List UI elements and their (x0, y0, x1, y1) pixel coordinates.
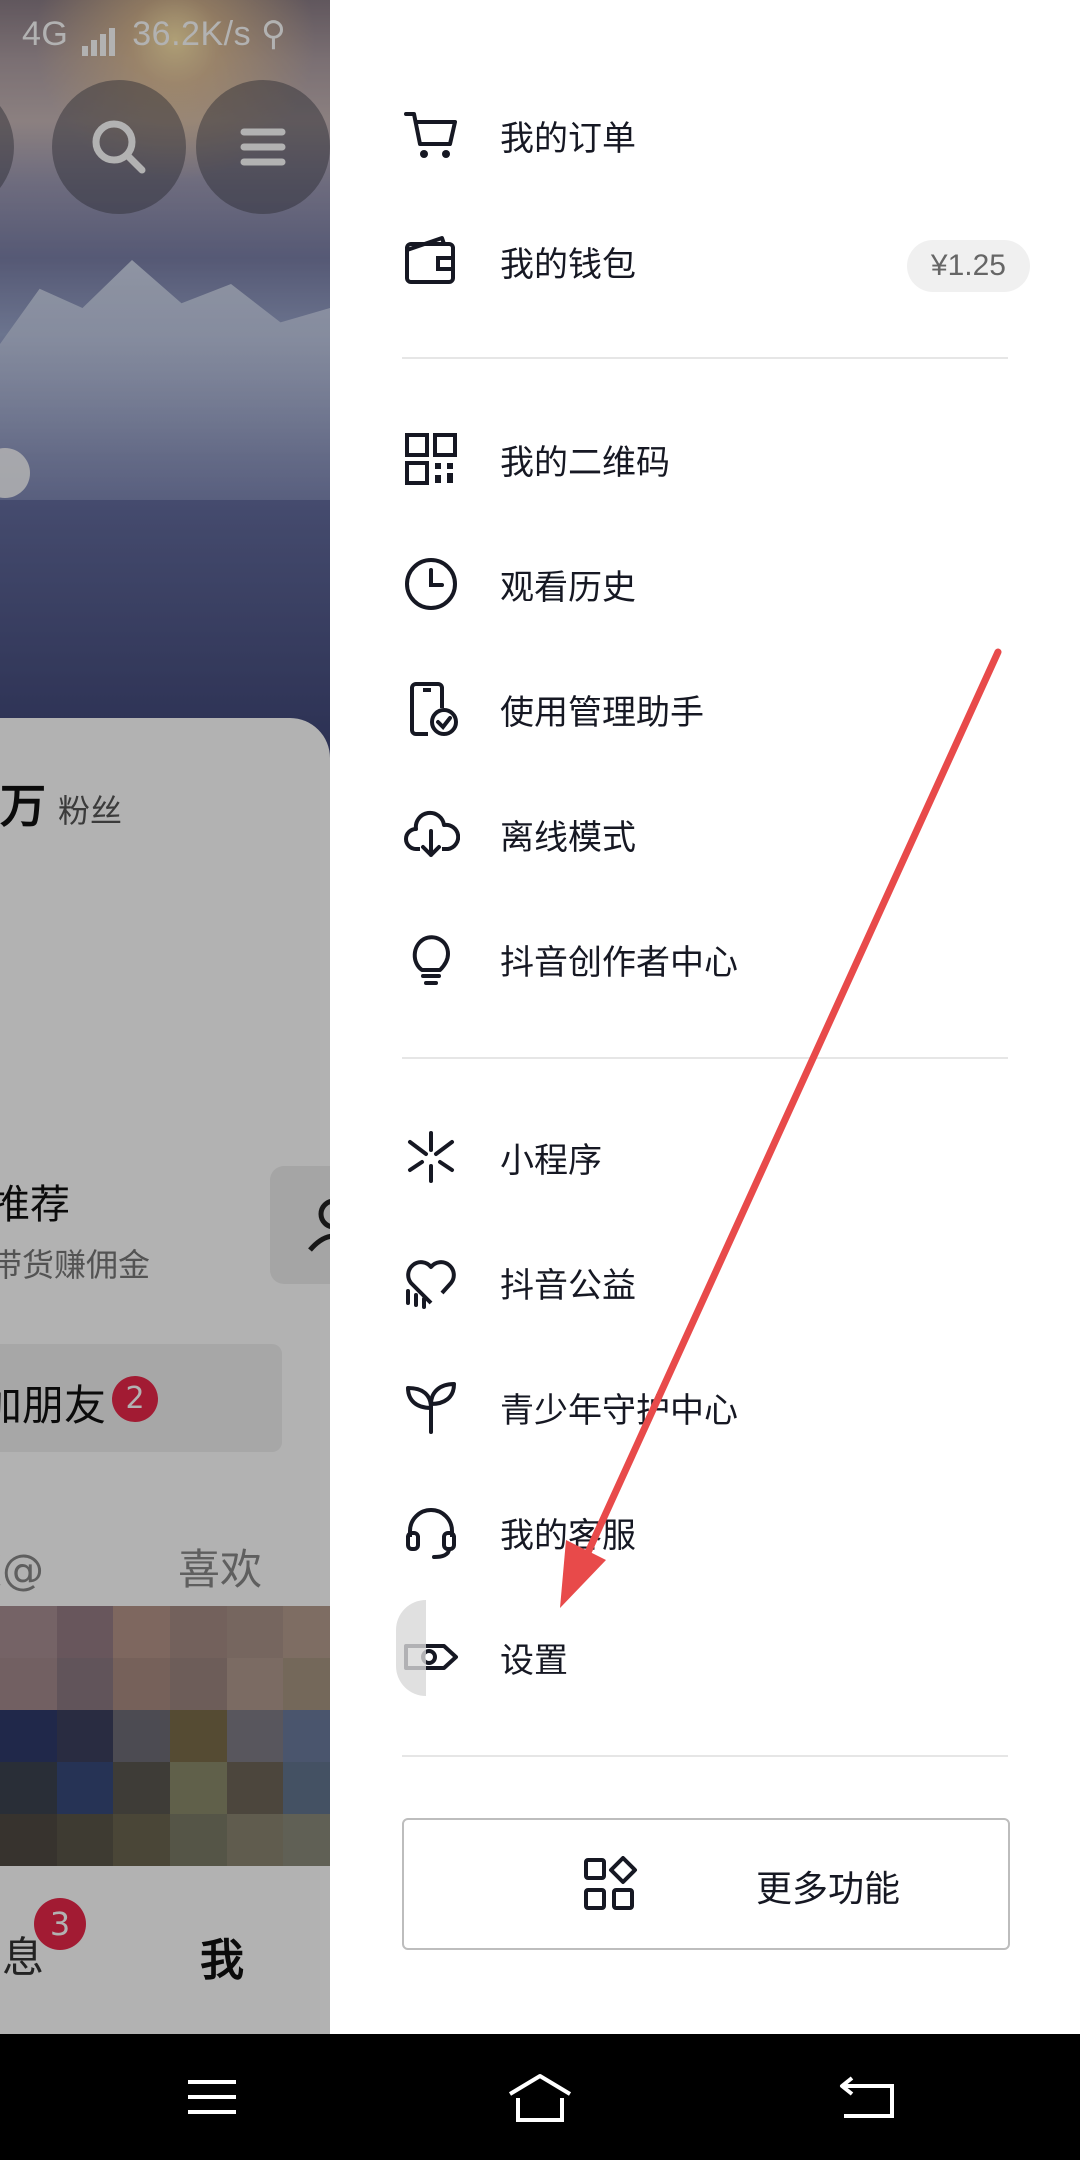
lightbulb-icon (412, 935, 450, 985)
menu-item-label: 小程序 (500, 1140, 602, 1181)
more-features-button[interactable]: 更多功能 (402, 1818, 1010, 1950)
wallet-icon (405, 236, 455, 284)
menu-item-label: 使用管理助手 (500, 692, 704, 733)
dim-overlay[interactable] (0, 0, 330, 2034)
home-nav-icon[interactable] (500, 2064, 580, 2130)
menu-item-label: 离线模式 (500, 817, 636, 858)
divider (402, 357, 1008, 359)
menu-item-label: 我的钱包 (500, 244, 636, 285)
menu-item-label: 观看历史 (500, 567, 636, 608)
more-features-label: 更多功能 (756, 1869, 901, 1910)
menu-item-label: 青少年守护中心 (500, 1390, 738, 1431)
menu-item-wallet[interactable]: 我的钱包 ¥1.25 (330, 206, 1080, 316)
menu-item-creator-center[interactable]: 抖音创作者中心 (330, 904, 1080, 1014)
qr-code-icon (405, 433, 457, 485)
sprout-icon (406, 1382, 456, 1434)
grid-apps-icon (584, 1856, 637, 1910)
menu-item-label: 设置 (500, 1640, 568, 1681)
mini-program-icon (408, 1131, 454, 1183)
menu-item-mini-programs[interactable]: 小程序 (330, 1102, 1080, 1212)
clock-icon (405, 558, 457, 610)
menu-item-label: 我的订单 (500, 118, 636, 159)
cart-icon (404, 112, 457, 158)
menu-item-label: 抖音公益 (500, 1265, 636, 1306)
menu-item-offline-mode[interactable]: 离线模式 (330, 779, 1080, 889)
menu-item-watch-history[interactable]: 观看历史 (330, 529, 1080, 639)
headset-icon (406, 1508, 456, 1559)
side-drawer-menu: 我的订单 我的钱包 ¥1.25 我的二维码 观看历史 使用管理助手 离线模式 抖… (330, 0, 1080, 2034)
menu-item-youth-protection[interactable]: 青少年守护中心 (330, 1352, 1080, 1462)
menu-item-usage-manager[interactable]: 使用管理助手 (330, 654, 1080, 764)
wallet-balance-badge: ¥1.25 (906, 240, 1030, 292)
menu-item-customer-service[interactable]: 我的客服 (330, 1477, 1080, 1587)
menu-nav-icon[interactable] (172, 2064, 252, 2130)
menu-item-qr-code[interactable]: 我的二维码 (330, 404, 1080, 514)
menu-item-label: 我的客服 (500, 1515, 636, 1556)
back-nav-icon[interactable] (828, 2064, 908, 2130)
menu-item-label: 抖音创作者中心 (500, 942, 738, 983)
phone-check-icon (410, 682, 458, 736)
system-navigation-bar (0, 2034, 1080, 2160)
menu-item-orders[interactable]: 我的订单 (330, 80, 1080, 190)
menu-item-settings[interactable]: 设置 (330, 1602, 1080, 1712)
background-profile-page: 4G 36.2K/s ⚲ 万粉丝 推荐 带货赚佣金 加朋友 2 被@ 喜欢 (0, 0, 330, 2034)
heart-charity-icon (406, 1260, 456, 1309)
divider (402, 1057, 1008, 1059)
settings-icon-highlight (396, 1600, 426, 1696)
divider (402, 1755, 1008, 1757)
cloud-download-icon (404, 810, 460, 857)
menu-item-label: 我的二维码 (500, 442, 670, 483)
menu-item-charity[interactable]: 抖音公益 (330, 1227, 1080, 1337)
